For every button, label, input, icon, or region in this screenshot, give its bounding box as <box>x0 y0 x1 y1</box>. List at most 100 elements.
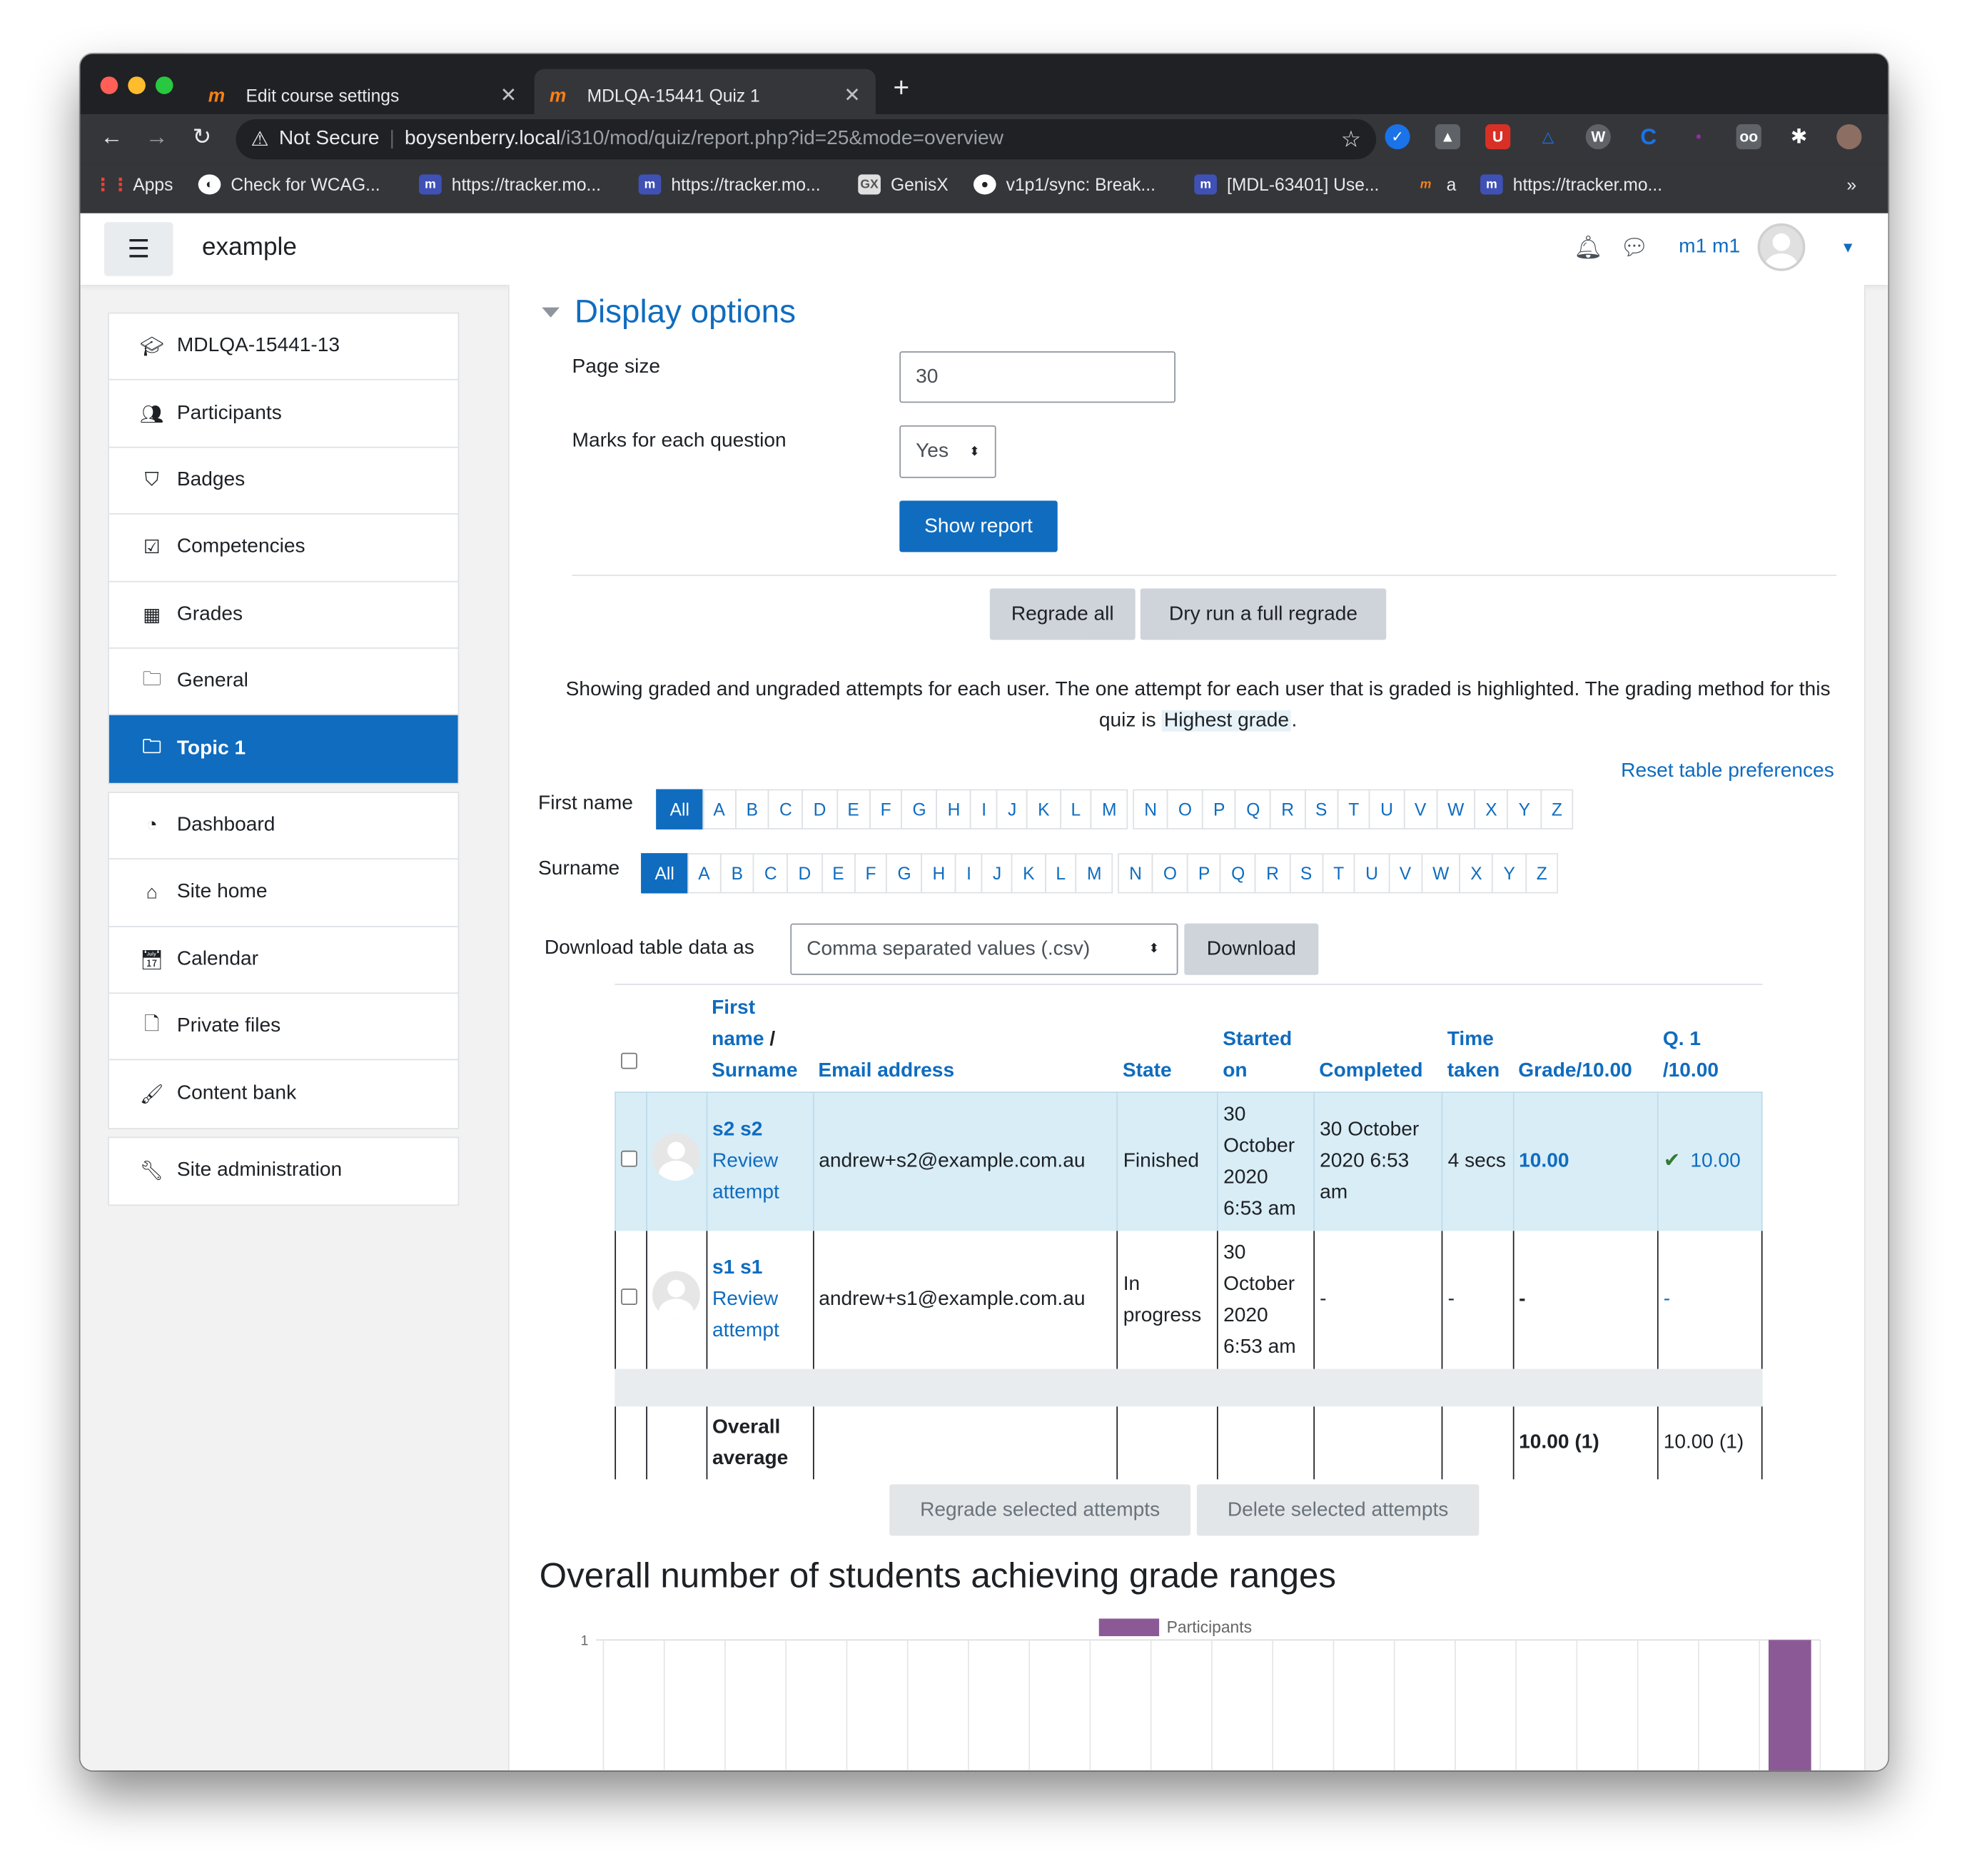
surname-initial-u[interactable]: U <box>1354 853 1390 894</box>
regrade-selected-button[interactable]: Regrade selected attempts <box>889 1484 1191 1536</box>
bookmark-item[interactable]: ma <box>1414 174 1457 194</box>
first-name-initial-e[interactable]: E <box>836 789 871 829</box>
surname-initial-p[interactable]: P <box>1187 853 1222 894</box>
surname-initial-g[interactable]: G <box>886 853 923 894</box>
surname-initial-b[interactable]: B <box>719 853 754 894</box>
bookmarks-overflow-icon[interactable]: » <box>1846 174 1856 194</box>
first-name-initial-c[interactable]: C <box>768 789 804 829</box>
extension-icon[interactable]: C <box>1636 123 1661 149</box>
sidebar-item-competencies[interactable]: ☑ Competencies <box>108 515 458 582</box>
sidebar-item-general[interactable]: 🗀 General <box>108 649 458 716</box>
first-name-initial-b[interactable]: B <box>734 789 769 829</box>
sidebar-item-content-bank[interactable]: 🖌︎ Content bank <box>109 1061 458 1128</box>
surname-initial-k[interactable]: K <box>1011 853 1046 894</box>
first-name-initial-w[interactable]: W <box>1436 789 1476 829</box>
first-name-initial-p[interactable]: P <box>1202 789 1237 829</box>
first-name-initial-j[interactable]: J <box>996 789 1028 829</box>
first-name-initial-q[interactable]: Q <box>1235 789 1272 829</box>
new-tab-icon[interactable]: + <box>893 71 909 104</box>
user-name-link[interactable]: s1 s1 <box>712 1257 762 1279</box>
sidebar-item-private-files[interactable]: 🗋 Private files <box>108 994 458 1061</box>
surname-initial-all[interactable]: All <box>641 853 689 894</box>
surname-initial-s[interactable]: S <box>1289 853 1324 894</box>
forward-icon[interactable]: → <box>142 124 172 151</box>
surname-initial-f[interactable]: F <box>854 853 888 894</box>
bookmark-item[interactable]: m [MDL-63401] Use... <box>1194 174 1379 195</box>
maximize-window-button[interactable] <box>155 76 173 94</box>
first-name-initial-s[interactable]: S <box>1304 789 1339 829</box>
reload-icon[interactable]: ↻ <box>187 124 217 151</box>
menu-dots-icon[interactable]: ⋮ <box>1887 124 1888 149</box>
page-size-input[interactable]: 30 <box>899 351 1175 403</box>
email-column-header[interactable]: Email address <box>813 987 1117 1092</box>
extension-icon[interactable]: • <box>1686 124 1711 149</box>
extension-icon[interactable]: oo <box>1736 124 1761 150</box>
extension-icon[interactable]: △ <box>1535 124 1560 149</box>
surname-initial-j[interactable]: J <box>981 853 1013 894</box>
regrade-all-button[interactable]: Regrade all <box>989 588 1136 640</box>
close-tab-icon[interactable]: ✕ <box>844 83 861 108</box>
user-name[interactable]: m1 m1 <box>1679 236 1740 258</box>
address-bar[interactable]: ⚠ Not Secure | boysenberry.local /i310/m… <box>236 118 1377 160</box>
surname-initial-o[interactable]: O <box>1152 853 1188 894</box>
review-attempt-link[interactable]: Review attempt <box>712 1289 779 1341</box>
bookmark-item[interactable]: ◐ Check for WCAG... <box>198 174 380 195</box>
sidebar-item-course[interactable]: 🎓︎ MDLQA-15441-13 <box>108 313 458 381</box>
surname-initial-a[interactable]: A <box>687 853 722 894</box>
sidebar-item-site-home[interactable]: ⌂ Site home <box>108 859 458 927</box>
first-name-initial-h[interactable]: H <box>936 789 972 829</box>
user-name-link[interactable]: s2 s2 <box>712 1119 762 1141</box>
site-name[interactable]: example <box>202 233 297 262</box>
surname-initial-m[interactable]: M <box>1076 853 1113 894</box>
extension-icon[interactable]: ✓ <box>1385 124 1410 150</box>
first-name-initial-all[interactable]: All <box>656 789 704 829</box>
surname-initial-e[interactable]: E <box>821 853 856 894</box>
name-column-header[interactable]: First name / Surname <box>707 987 813 1092</box>
delete-selected-button[interactable]: Delete selected attempts <box>1196 1484 1480 1536</box>
completed-column-header[interactable]: Completed <box>1314 987 1442 1092</box>
surname-initial-y[interactable]: Y <box>1492 853 1527 894</box>
bookmark-item[interactable]: m https://tracker.mo... <box>638 174 821 195</box>
first-name-initial-f[interactable]: F <box>869 789 903 829</box>
select-all-checkbox[interactable] <box>620 1052 637 1069</box>
bell-icon[interactable]: 🔔︎ <box>1574 234 1602 261</box>
bookmark-item[interactable]: GX GenisX <box>858 174 949 195</box>
surname-initial-h[interactable]: H <box>921 853 957 894</box>
first-name-initial-v[interactable]: V <box>1403 789 1438 829</box>
first-name-initial-a[interactable]: A <box>702 789 737 829</box>
sidebar-item-participants[interactable]: 👥︎ Participants <box>108 380 458 448</box>
user-avatar[interactable] <box>1757 223 1806 271</box>
surname-initial-n[interactable]: N <box>1118 853 1153 894</box>
first-name-initial-i[interactable]: I <box>970 789 998 829</box>
profile-avatar-icon[interactable] <box>1836 124 1862 150</box>
star-icon[interactable]: ☆ <box>1341 126 1361 153</box>
first-name-initial-o[interactable]: O <box>1167 789 1203 829</box>
grade-link[interactable]: 10.00 <box>1519 1151 1569 1172</box>
surname-initial-v[interactable]: V <box>1387 853 1423 894</box>
download-format-select[interactable]: Comma separated values (.csv) ⬍ <box>790 923 1178 975</box>
extension-icon[interactable]: W <box>1585 124 1611 150</box>
sidebar-item-badges[interactable]: ⛉ Badges <box>108 448 458 515</box>
state-column-header[interactable]: State <box>1118 987 1218 1092</box>
surname-initial-t[interactable]: T <box>1322 853 1356 894</box>
started-column-header[interactable]: Started on <box>1218 987 1314 1092</box>
surname-initial-z[interactable]: Z <box>1524 853 1559 894</box>
first-name-initial-l[interactable]: L <box>1059 789 1092 829</box>
first-name-initial-t[interactable]: T <box>1337 789 1371 829</box>
surname-initial-q[interactable]: Q <box>1220 853 1257 894</box>
surname-initial-r[interactable]: R <box>1255 853 1290 894</box>
first-name-initial-g[interactable]: G <box>901 789 938 829</box>
q1-grade-link[interactable]: - <box>1664 1289 1670 1310</box>
marks-select[interactable]: Yes ⬍ <box>899 425 996 478</box>
surname-initial-w[interactable]: W <box>1421 853 1461 894</box>
first-name-initial-k[interactable]: K <box>1026 789 1061 829</box>
q1-column-header[interactable]: Q. 1/10.00 <box>1658 987 1762 1092</box>
minimize-window-button[interactable] <box>128 76 146 94</box>
first-name-initial-x[interactable]: X <box>1474 789 1509 829</box>
surname-initial-i[interactable]: I <box>955 853 983 894</box>
surname-initial-d[interactable]: D <box>787 853 823 894</box>
surname-initial-c[interactable]: C <box>753 853 789 894</box>
dry-run-regrade-button[interactable]: Dry run a full regrade <box>1140 588 1387 640</box>
hamburger-menu-icon[interactable]: ☰ <box>103 222 173 276</box>
q1-grade-link[interactable]: 10.00 <box>1690 1151 1740 1172</box>
